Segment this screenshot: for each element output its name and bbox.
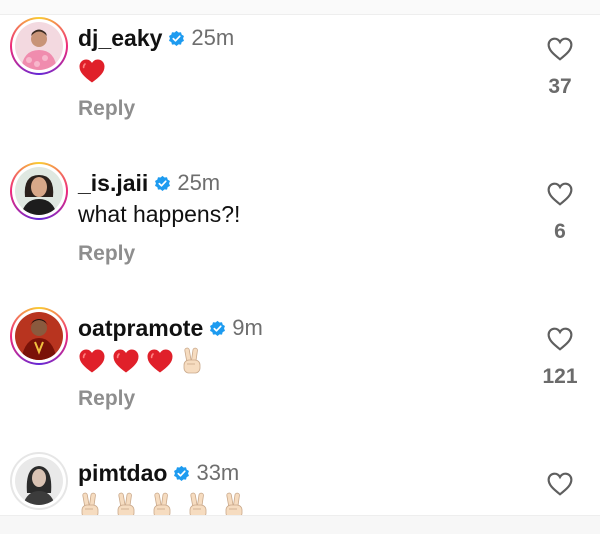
timestamp: 25m [177, 170, 221, 195]
username[interactable]: _is.jaii [78, 170, 148, 197]
avatar-story-ring[interactable] [10, 452, 68, 510]
victory-hand-emoji-icon [180, 347, 204, 375]
username[interactable]: pimtdao [78, 460, 167, 487]
like-count: 121 [542, 365, 578, 388]
comment-item: pimtdao 33m [0, 452, 600, 515]
username[interactable]: oatpramote [78, 315, 203, 342]
top-divider [0, 0, 600, 15]
avatar [15, 167, 63, 215]
red-heart-emoji-icon [78, 348, 106, 374]
avatar-story-ring[interactable] [10, 307, 68, 365]
like-count: 37 [548, 75, 572, 98]
avatar [15, 312, 63, 360]
comment-item: oatpramote 9m Reply 121 [0, 307, 600, 447]
victory-hand-emoji-icon [150, 492, 174, 515]
avatar-story-ring[interactable] [10, 17, 68, 75]
red-heart-emoji-icon [112, 348, 140, 374]
red-heart-emoji-icon [146, 348, 174, 374]
victory-hand-emoji-icon [186, 492, 210, 515]
avatar [15, 457, 63, 505]
timestamp: 9m [232, 315, 263, 340]
timestamp: 33m [196, 460, 240, 485]
victory-hand-emoji-icon [114, 492, 138, 515]
timestamp: 25m [191, 25, 235, 50]
like-heart-icon[interactable] [547, 37, 573, 61]
comment-item: dj_eaky 25m Reply 37 [0, 17, 600, 157]
username[interactable]: dj_eaky [78, 25, 162, 52]
avatar [15, 22, 63, 70]
victory-hand-emoji-icon [78, 492, 102, 515]
red-heart-emoji-icon [78, 58, 106, 84]
like-heart-icon[interactable] [547, 472, 573, 496]
avatar-story-ring[interactable] [10, 162, 68, 220]
comment-item: _is.jaii 25m what happens?! Reply 6 [0, 162, 600, 302]
comment-text: what happens?! [78, 200, 241, 227]
like-heart-icon[interactable] [547, 327, 573, 351]
bottom-divider [0, 515, 600, 534]
verified-badge-icon [209, 320, 226, 337]
reply-button[interactable]: Reply [78, 387, 135, 411]
reply-button[interactable]: Reply [78, 97, 135, 121]
comment-emojis [78, 51, 106, 91]
like-count: 6 [554, 220, 566, 243]
verified-badge-icon [168, 30, 185, 47]
victory-hand-emoji-icon [222, 492, 246, 515]
verified-badge-icon [173, 465, 190, 482]
like-heart-icon[interactable] [547, 182, 573, 206]
comment-emojis [78, 486, 246, 515]
reply-button[interactable]: Reply [78, 242, 135, 266]
verified-badge-icon [154, 175, 171, 192]
comment-emojis [78, 341, 204, 381]
